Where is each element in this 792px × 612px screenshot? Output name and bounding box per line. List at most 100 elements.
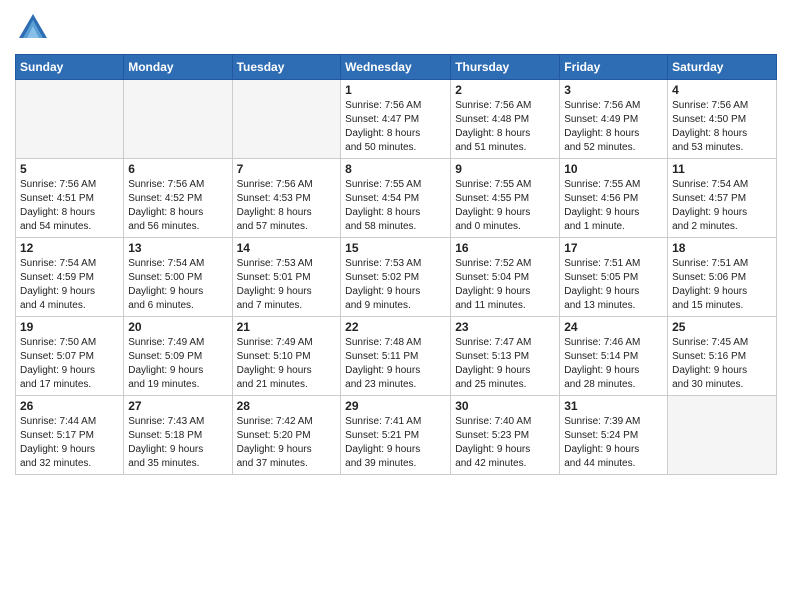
calendar-cell: 27 Sunrise: 7:43 AMSunset: 5:18 PMDayligh… <box>124 396 232 475</box>
weekday-header-monday: Monday <box>124 55 232 80</box>
day-info: Sunrise: 7:48 AMSunset: 5:11 PMDaylight:… <box>345 336 446 392</box>
calendar-cell: 11Sunrise: 7:54 AMSunset: 4:57 PMDayligh… <box>668 159 777 238</box>
calendar-cell: 26 Sunrise: 7:44 AMSunset: 5:17 PMDayligh… <box>16 396 124 475</box>
day-info: Sunrise: 7:47 AMSunset: 5:13 PMDaylight:… <box>455 336 555 392</box>
day-number: 2 <box>455 83 555 97</box>
calendar-cell: 19Sunrise: 7:50 AMSunset: 5:07 PMDayligh… <box>16 317 124 396</box>
day-number: 9 <box>455 162 555 176</box>
day-info: Sunrise: 7:39 AMSunset: 5:24 PMDaylight:… <box>564 415 663 471</box>
day-info: Sunrise: 7:41 AMSunset: 5:21 PMDaylight:… <box>345 415 446 471</box>
day-number: 23 <box>455 320 555 334</box>
calendar-cell: 25Sunrise: 7:45 AMSunset: 5:16 PMDayligh… <box>668 317 777 396</box>
day-info: Sunrise: 7:56 AMSunset: 4:47 PMDaylight:… <box>345 99 446 155</box>
calendar-cell: 18 Sunrise: 7:51 AMSunset: 5:06 PMDayligh… <box>668 238 777 317</box>
weekday-header-thursday: Thursday <box>451 55 560 80</box>
day-info: Sunrise: 7:53 AMSunset: 5:01 PMDaylight:… <box>237 257 337 313</box>
calendar-week-row: 1 Sunrise: 7:56 AMSunset: 4:47 PMDaylight… <box>16 80 777 159</box>
day-number: 17 <box>564 241 663 255</box>
day-info: Sunrise: 7:56 AMSunset: 4:48 PMDaylight:… <box>455 99 555 155</box>
weekday-header-friday: Friday <box>560 55 668 80</box>
day-number: 27 <box>128 399 227 413</box>
weekday-header-sunday: Sunday <box>16 55 124 80</box>
day-number: 13 <box>128 241 227 255</box>
day-number: 5 <box>20 162 119 176</box>
calendar-table: SundayMondayTuesdayWednesdayThursdayFrid… <box>15 54 777 475</box>
day-number: 29 <box>345 399 446 413</box>
day-number: 26 <box>20 399 119 413</box>
calendar-cell <box>16 80 124 159</box>
day-number: 16 <box>455 241 555 255</box>
day-info: Sunrise: 7:52 AMSunset: 5:04 PMDaylight:… <box>455 257 555 313</box>
day-info: Sunrise: 7:55 AMSunset: 4:54 PMDaylight:… <box>345 178 446 234</box>
day-number: 30 <box>455 399 555 413</box>
day-number: 19 <box>20 320 119 334</box>
day-info: Sunrise: 7:56 AMSunset: 4:51 PMDaylight:… <box>20 178 119 234</box>
calendar-cell: 28 Sunrise: 7:42 AMSunset: 5:20 PMDayligh… <box>232 396 341 475</box>
calendar-cell: 21 Sunrise: 7:49 AMSunset: 5:10 PMDayligh… <box>232 317 341 396</box>
calendar-cell: 15 Sunrise: 7:53 AMSunset: 5:02 PMDayligh… <box>341 238 451 317</box>
day-number: 10 <box>564 162 663 176</box>
calendar-cell: 14 Sunrise: 7:53 AMSunset: 5:01 PMDayligh… <box>232 238 341 317</box>
day-number: 25 <box>672 320 772 334</box>
calendar-cell: 9 Sunrise: 7:55 AMSunset: 4:55 PMDaylight… <box>451 159 560 238</box>
day-number: 31 <box>564 399 663 413</box>
day-info: Sunrise: 7:46 AMSunset: 5:14 PMDaylight:… <box>564 336 663 392</box>
day-info: Sunrise: 7:49 AMSunset: 5:09 PMDaylight:… <box>128 336 227 392</box>
day-number: 6 <box>128 162 227 176</box>
day-info: Sunrise: 7:55 AMSunset: 4:56 PMDaylight:… <box>564 178 663 234</box>
day-info: Sunrise: 7:44 AMSunset: 5:17 PMDaylight:… <box>20 415 119 471</box>
day-number: 18 <box>672 241 772 255</box>
calendar-cell: 6Sunrise: 7:56 AMSunset: 4:52 PMDaylight… <box>124 159 232 238</box>
calendar-cell: 4 Sunrise: 7:56 AMSunset: 4:50 PMDaylight… <box>668 80 777 159</box>
day-number: 12 <box>20 241 119 255</box>
calendar-cell: 5 Sunrise: 7:56 AMSunset: 4:51 PMDaylight… <box>16 159 124 238</box>
calendar-cell: 30 Sunrise: 7:40 AMSunset: 5:23 PMDayligh… <box>451 396 560 475</box>
weekday-header-wednesday: Wednesday <box>341 55 451 80</box>
calendar-cell: 13 Sunrise: 7:54 AMSunset: 5:00 PMDayligh… <box>124 238 232 317</box>
weekday-header-tuesday: Tuesday <box>232 55 341 80</box>
day-info: Sunrise: 7:49 AMSunset: 5:10 PMDaylight:… <box>237 336 337 392</box>
day-number: 7 <box>237 162 337 176</box>
day-info: Sunrise: 7:54 AMSunset: 5:00 PMDaylight:… <box>128 257 227 313</box>
day-number: 4 <box>672 83 772 97</box>
calendar-cell: 8 Sunrise: 7:55 AMSunset: 4:54 PMDaylight… <box>341 159 451 238</box>
day-info: Sunrise: 7:53 AMSunset: 5:02 PMDaylight:… <box>345 257 446 313</box>
calendar-cell: 12 Sunrise: 7:54 AMSunset: 4:59 PMDayligh… <box>16 238 124 317</box>
calendar-week-row: 12 Sunrise: 7:54 AMSunset: 4:59 PMDayligh… <box>16 238 777 317</box>
calendar-cell <box>232 80 341 159</box>
calendar-cell: 24Sunrise: 7:46 AMSunset: 5:14 PMDayligh… <box>560 317 668 396</box>
day-info: Sunrise: 7:56 AMSunset: 4:49 PMDaylight:… <box>564 99 663 155</box>
calendar-cell: 22 Sunrise: 7:48 AMSunset: 5:11 PMDayligh… <box>341 317 451 396</box>
calendar-cell: 17Sunrise: 7:51 AMSunset: 5:05 PMDayligh… <box>560 238 668 317</box>
calendar-cell: 10 Sunrise: 7:55 AMSunset: 4:56 PMDayligh… <box>560 159 668 238</box>
day-number: 21 <box>237 320 337 334</box>
day-number: 15 <box>345 241 446 255</box>
calendar-week-row: 19Sunrise: 7:50 AMSunset: 5:07 PMDayligh… <box>16 317 777 396</box>
weekday-header-saturday: Saturday <box>668 55 777 80</box>
calendar-cell: 16 Sunrise: 7:52 AMSunset: 5:04 PMDayligh… <box>451 238 560 317</box>
day-info: Sunrise: 7:51 AMSunset: 5:06 PMDaylight:… <box>672 257 772 313</box>
header <box>15 10 777 46</box>
logo-icon <box>15 10 51 46</box>
calendar-week-row: 26 Sunrise: 7:44 AMSunset: 5:17 PMDayligh… <box>16 396 777 475</box>
calendar-cell: 29 Sunrise: 7:41 AMSunset: 5:21 PMDayligh… <box>341 396 451 475</box>
day-number: 22 <box>345 320 446 334</box>
day-info: Sunrise: 7:56 AMSunset: 4:50 PMDaylight:… <box>672 99 772 155</box>
day-number: 11 <box>672 162 772 176</box>
day-info: Sunrise: 7:43 AMSunset: 5:18 PMDaylight:… <box>128 415 227 471</box>
day-number: 1 <box>345 83 446 97</box>
day-info: Sunrise: 7:40 AMSunset: 5:23 PMDaylight:… <box>455 415 555 471</box>
day-info: Sunrise: 7:42 AMSunset: 5:20 PMDaylight:… <box>237 415 337 471</box>
day-info: Sunrise: 7:54 AMSunset: 4:59 PMDaylight:… <box>20 257 119 313</box>
calendar-cell: 1 Sunrise: 7:56 AMSunset: 4:47 PMDaylight… <box>341 80 451 159</box>
day-number: 14 <box>237 241 337 255</box>
calendar-cell: 3Sunrise: 7:56 AMSunset: 4:49 PMDaylight… <box>560 80 668 159</box>
weekday-header-row: SundayMondayTuesdayWednesdayThursdayFrid… <box>16 55 777 80</box>
day-number: 20 <box>128 320 227 334</box>
logo <box>15 10 55 46</box>
calendar-cell <box>124 80 232 159</box>
calendar-week-row: 5 Sunrise: 7:56 AMSunset: 4:51 PMDaylight… <box>16 159 777 238</box>
day-info: Sunrise: 7:55 AMSunset: 4:55 PMDaylight:… <box>455 178 555 234</box>
day-number: 8 <box>345 162 446 176</box>
day-number: 28 <box>237 399 337 413</box>
